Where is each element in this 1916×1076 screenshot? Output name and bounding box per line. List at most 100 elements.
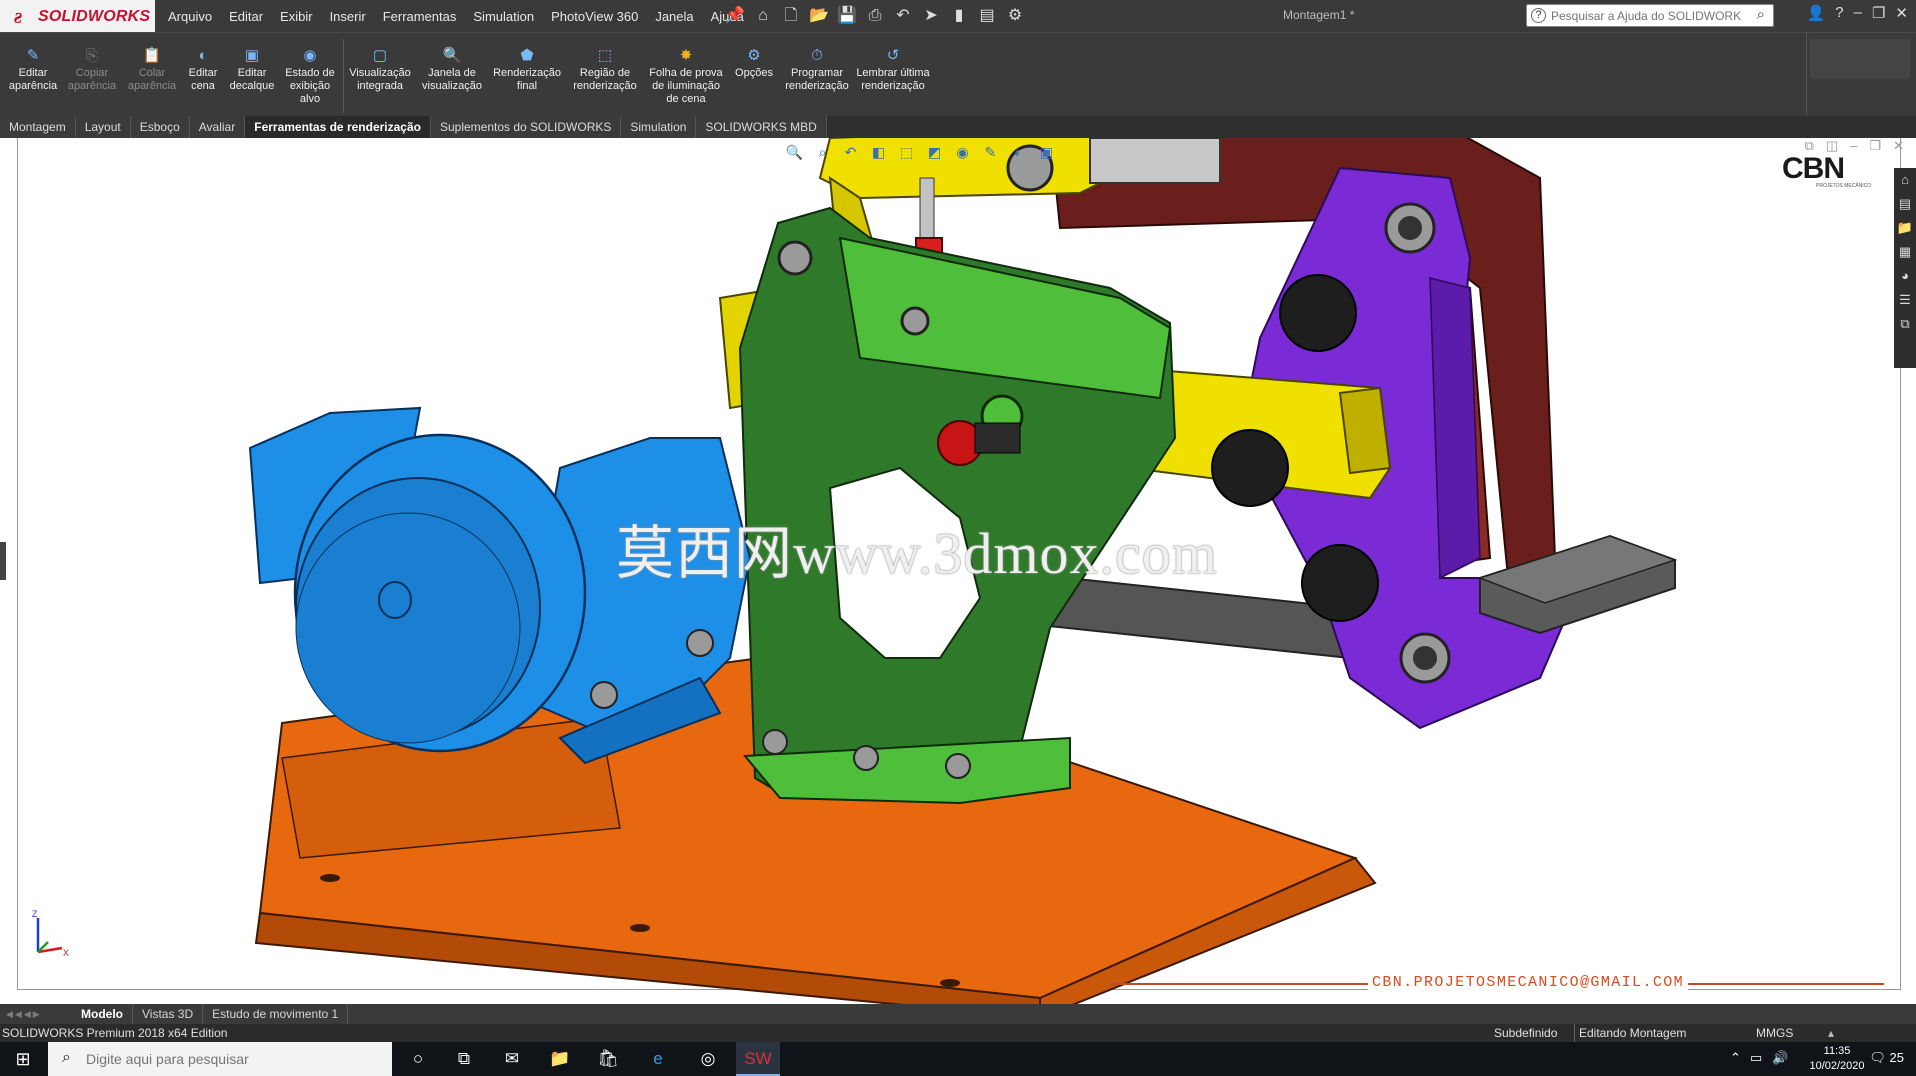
clock-date: 10/02/2020 bbox=[1809, 1060, 1865, 1072]
view-orientation-icon[interactable]: ⬚ bbox=[896, 142, 917, 163]
edit-appearance-button[interactable]: ✎ Editar aparência bbox=[6, 47, 60, 93]
tab-vistas-3d[interactable]: Vistas 3D bbox=[133, 1004, 204, 1024]
solidworks-forum-icon[interactable]: ⧉ bbox=[1894, 312, 1916, 336]
minimize-icon[interactable]: – bbox=[1854, 4, 1862, 22]
file-explorer-taskbar-icon[interactable]: 📁 bbox=[538, 1042, 582, 1076]
help-icon[interactable]: ? bbox=[1835, 4, 1843, 22]
menu-simulation[interactable]: Simulation bbox=[473, 9, 534, 24]
new-document-icon[interactable]: 🗋 bbox=[780, 5, 802, 27]
tray-overflow-icon[interactable]: ⌃ bbox=[1730, 1050, 1741, 1066]
units-dropdown-icon[interactable]: ▴ bbox=[1828, 1024, 1834, 1042]
tab-scroll-arrows[interactable]: ◀◀◀▶ bbox=[0, 1004, 72, 1024]
copy-appearance-button[interactable]: ⎘ Copiar aparência bbox=[64, 47, 120, 93]
graphics-area[interactable]: 🔍 ⌕ ↶ ◧ ⬚ ◩ ◉ ✎ ◐ ▣ ⧉ ◫ – ❐ ✕ ⌂ ▤ 📁 ▦ ◕ … bbox=[0, 138, 1916, 1004]
solidworks-taskbar-icon[interactable]: SW bbox=[736, 1042, 780, 1076]
previous-view-icon[interactable]: ↶ bbox=[840, 142, 861, 163]
volume-icon[interactable]: 🔊 bbox=[1772, 1050, 1788, 1066]
display-state-icon: ◉ bbox=[303, 47, 317, 64]
appearances-icon[interactable]: ◕ bbox=[1894, 264, 1916, 288]
design-library-icon[interactable]: ▤ bbox=[1894, 192, 1916, 216]
apply-scene-icon[interactable]: ◐ bbox=[1008, 142, 1029, 163]
cbn-logo-subtext: PROJETOS MECÂNICO bbox=[1816, 183, 1872, 189]
display-state-button[interactable]: ◉ Estado de exibição alvo bbox=[282, 47, 338, 106]
solidworks-logo[interactable]: ƨ SOLIDWORKS bbox=[0, 0, 155, 32]
tab-esboco[interactable]: Esboço bbox=[130, 116, 190, 138]
system-clock[interactable]: 11:35 10/02/2020 bbox=[1800, 1044, 1874, 1074]
tab-simulation[interactable]: Simulation bbox=[621, 116, 697, 138]
tab-ferramentas-renderizacao[interactable]: Ferramentas de renderização bbox=[245, 116, 431, 138]
schedule-render-button[interactable]: ⏱ Programar renderização bbox=[780, 47, 854, 93]
display-style-icon[interactable]: ◩ bbox=[924, 142, 945, 163]
zoom-to-area-icon[interactable]: ⌕ bbox=[812, 142, 833, 163]
menu-ferramentas[interactable]: Ferramentas bbox=[383, 9, 457, 24]
help-search-box[interactable]: ? ⌕ bbox=[1526, 4, 1774, 27]
copy-appearance-label: Copiar aparência bbox=[67, 67, 117, 92]
viewport-close-icon[interactable]: ✕ bbox=[1893, 138, 1904, 154]
windows-start-icon[interactable]: ⊞ bbox=[0, 1042, 46, 1076]
user-icon[interactable]: 👤 bbox=[1807, 4, 1826, 22]
menu-exibir[interactable]: Exibir bbox=[280, 9, 313, 24]
gear-icon[interactable]: ⚙ bbox=[1004, 5, 1026, 27]
view-palette-icon[interactable]: ▦ bbox=[1894, 240, 1916, 264]
tab-layout[interactable]: Layout bbox=[75, 116, 131, 138]
traffic-light-icon[interactable]: ▮ bbox=[948, 5, 970, 27]
menu-janela[interactable]: Janela bbox=[655, 9, 693, 24]
tab-avaliar[interactable]: Avaliar bbox=[189, 116, 246, 138]
chrome-icon[interactable]: ◎ bbox=[686, 1042, 730, 1076]
taskbar-search-box[interactable]: ⌕ bbox=[48, 1042, 392, 1076]
integrated-preview-button[interactable]: ▢ Visualização integrada bbox=[348, 47, 412, 93]
pin-icon[interactable]: 📌 bbox=[724, 5, 746, 27]
taskbar-search-input[interactable] bbox=[86, 1048, 376, 1070]
network-icon[interactable]: ▭ bbox=[1750, 1050, 1762, 1066]
edit-appearance-label: Editar aparência bbox=[8, 67, 58, 92]
scene-illumination-proof-button[interactable]: ✸ Folha de prova de iluminação de cena bbox=[646, 47, 726, 106]
save-icon[interactable]: 💾 bbox=[836, 5, 858, 27]
edit-decal-button[interactable]: ▣ Editar decalque bbox=[226, 47, 278, 93]
mail-icon[interactable]: ✉ bbox=[490, 1042, 534, 1076]
print-icon[interactable]: ⎙ bbox=[864, 5, 886, 27]
tab-modelo[interactable]: Modelo bbox=[72, 1004, 133, 1024]
windows-taskbar: ⊞ ⌕ ○ ⧉ ✉ 📁 🛍 e ◎ SW ⌃ ▭ 🔊 11:35 10/02/2… bbox=[0, 1042, 1916, 1076]
final-render-button[interactable]: ⬟ Renderização final bbox=[490, 47, 564, 93]
units-selector[interactable]: MMGS bbox=[1756, 1024, 1793, 1042]
hide-show-items-icon[interactable]: ◉ bbox=[952, 142, 973, 163]
undo-icon[interactable]: ↶ bbox=[892, 5, 914, 27]
recall-last-render-label: Lembrar última renderização bbox=[856, 67, 930, 92]
preview-window-button[interactable]: 🔍 Janela de visualização bbox=[418, 47, 486, 93]
edge-icon[interactable]: e bbox=[636, 1042, 680, 1076]
menu-editar[interactable]: Editar bbox=[229, 9, 263, 24]
menu-inserir[interactable]: Inserir bbox=[330, 9, 366, 24]
store-icon[interactable]: 🛍 bbox=[586, 1042, 630, 1076]
file-properties-icon[interactable]: ▤ bbox=[976, 5, 998, 27]
search-icon[interactable]: ⌕ bbox=[1757, 6, 1765, 23]
solidworks-resources-icon[interactable]: ⌂ bbox=[1894, 168, 1916, 192]
edit-appearance-view-icon[interactable]: ✎ bbox=[980, 142, 1001, 163]
section-view-icon[interactable]: ◧ bbox=[868, 142, 889, 163]
recall-last-render-button[interactable]: ↺ Lembrar última renderização bbox=[856, 47, 930, 93]
tab-solidworks-mbd[interactable]: SOLIDWORKS MBD bbox=[696, 116, 827, 138]
view-settings-icon[interactable]: ▣ bbox=[1036, 142, 1057, 163]
edit-decal-label: Editar decalque bbox=[229, 67, 275, 92]
select-arrow-icon[interactable]: ➤ bbox=[920, 5, 942, 27]
custom-properties-icon[interactable]: ☰ bbox=[1894, 288, 1916, 312]
render-region-button[interactable]: ⬚ Região de renderização bbox=[568, 47, 642, 93]
zoom-to-fit-icon[interactable]: 🔍 bbox=[784, 142, 805, 163]
options-button[interactable]: ⚙ Opções bbox=[730, 47, 778, 80]
edit-scene-button[interactable]: ◐ Editar cena bbox=[182, 47, 224, 93]
help-search-input[interactable] bbox=[1551, 7, 1741, 25]
menu-arquivo[interactable]: Arquivo bbox=[168, 9, 212, 24]
task-view-icon[interactable]: ⧉ bbox=[442, 1042, 486, 1076]
tab-estudo-movimento[interactable]: Estudo de movimento 1 bbox=[203, 1004, 349, 1024]
tab-montagem[interactable]: Montagem bbox=[0, 116, 76, 138]
cortana-icon[interactable]: ○ bbox=[396, 1042, 440, 1076]
feature-manager-collapse-handle[interactable] bbox=[0, 542, 6, 580]
menu-photoview[interactable]: PhotoView 360 bbox=[551, 9, 638, 24]
paste-appearance-button[interactable]: 📋 Colar aparência bbox=[124, 47, 180, 93]
open-folder-icon[interactable]: 📂 bbox=[808, 5, 830, 27]
home-icon[interactable]: ⌂ bbox=[752, 5, 774, 27]
file-explorer-icon[interactable]: 📁 bbox=[1894, 216, 1916, 240]
restore-icon[interactable]: ❐ bbox=[1872, 4, 1885, 22]
close-icon[interactable]: ✕ bbox=[1895, 4, 1908, 22]
notification-center-icon[interactable]: 🗨 25 bbox=[1869, 1050, 1904, 1066]
tab-suplementos[interactable]: Suplementos do SOLIDWORKS bbox=[430, 116, 622, 138]
